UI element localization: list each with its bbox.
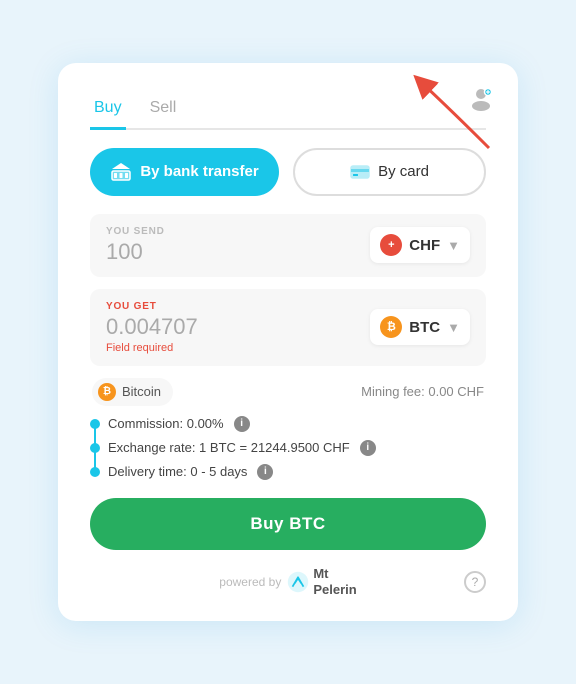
profile-icon	[468, 85, 494, 111]
exchange-rate-text: Exchange rate: 1 BTC = 21244.9500 CHF	[108, 440, 350, 455]
powered-by-text: powered by	[219, 575, 281, 589]
commission-info-icon[interactable]: i	[234, 416, 250, 432]
get-currency-label: BTC	[409, 319, 440, 336]
bank-icon	[110, 161, 132, 183]
field-required-text: Field required	[106, 342, 198, 354]
exchange-rate-info-icon[interactable]: i	[360, 440, 376, 456]
bitcoin-name: Bitcoin	[122, 384, 161, 399]
exchange-rate-row: Exchange rate: 1 BTC = 21244.9500 CHF i	[90, 440, 486, 456]
tab-bar: Buy Sell	[90, 91, 486, 130]
delivery-info-icon[interactable]: i	[257, 464, 273, 480]
payment-methods: By bank transfer By card	[90, 148, 486, 196]
get-currency-chevron: ▼	[447, 320, 460, 335]
get-value[interactable]: 0.004707	[106, 314, 198, 340]
bank-transfer-label: By bank transfer	[140, 163, 258, 180]
bank-transfer-button[interactable]: By bank transfer	[90, 148, 279, 196]
delivery-row: Delivery time: 0 - 5 days i	[90, 464, 486, 480]
tab-sell[interactable]: Sell	[146, 91, 181, 130]
buy-btc-button[interactable]: Buy BTC	[90, 498, 486, 550]
send-currency-label: CHF	[409, 237, 440, 254]
mt-pelerin-icon	[287, 571, 309, 593]
mining-fee-text: Mining fee: 0.00 CHF	[361, 384, 484, 399]
commission-text: Commission: 0.00%	[108, 416, 224, 431]
get-label: YOU GET	[106, 301, 198, 312]
footer: powered by MtPelerin ?	[90, 566, 486, 597]
mt-pelerin-logo: MtPelerin	[287, 566, 356, 597]
tab-buy[interactable]: Buy	[90, 91, 126, 130]
card-label: By card	[378, 163, 429, 180]
send-input-group: YOU SEND 100	[106, 226, 165, 265]
send-label: YOU SEND	[106, 226, 165, 237]
detail-list: Commission: 0.00% i Exchange rate: 1 BTC…	[90, 416, 486, 480]
chf-flag: +	[380, 234, 402, 256]
btc-flag: ₿	[380, 316, 402, 338]
help-button[interactable]: ?	[464, 571, 486, 593]
info-row: ₿ Bitcoin Mining fee: 0.00 CHF	[90, 378, 486, 406]
delivery-text: Delivery time: 0 - 5 days	[108, 464, 247, 479]
bitcoin-badge[interactable]: ₿ Bitcoin	[92, 378, 173, 406]
send-value[interactable]: 100	[106, 239, 165, 265]
send-currency-chevron: ▼	[447, 238, 460, 253]
profile-button[interactable]	[466, 83, 496, 113]
get-section: YOU GET 0.004707 Field required ₿ BTC ▼	[90, 289, 486, 366]
mt-pelerin-name: MtPelerin	[313, 566, 356, 597]
get-input-group: YOU GET 0.004707 Field required	[106, 301, 198, 354]
send-section: YOU SEND 100 + CHF ▼	[90, 214, 486, 277]
card-button[interactable]: By card	[293, 148, 486, 196]
card-icon	[350, 164, 370, 180]
main-card: Buy Sell By bank transfer By card	[58, 63, 518, 621]
send-currency-select[interactable]: + CHF ▼	[370, 227, 470, 263]
get-currency-select[interactable]: ₿ BTC ▼	[370, 309, 470, 345]
commission-row: Commission: 0.00% i	[90, 416, 486, 432]
bitcoin-icon: ₿	[98, 383, 116, 401]
